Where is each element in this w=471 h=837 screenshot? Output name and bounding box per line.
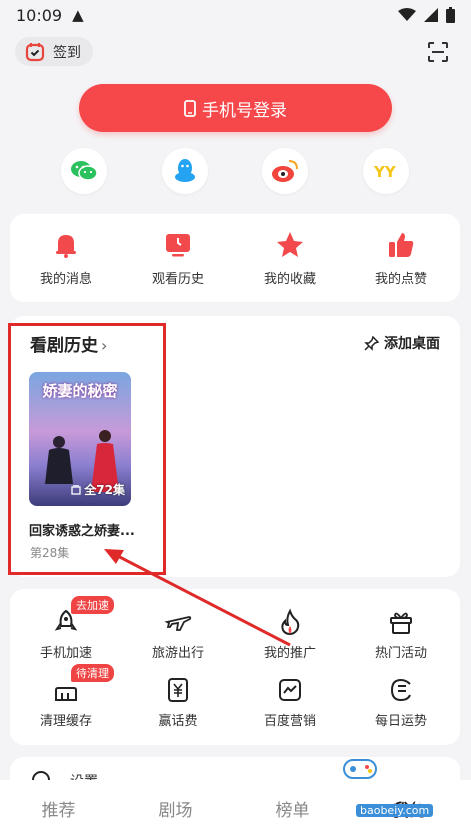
status-time: 10:09: [16, 5, 63, 25]
weibo-login-button[interactable]: [262, 148, 308, 194]
chart-icon: [279, 679, 301, 701]
add-to-desktop-button[interactable]: 添加桌面: [364, 333, 440, 353]
tool-win-credit[interactable]: 赢话费: [133, 676, 223, 729]
phone-login-button[interactable]: 手机号登录: [79, 84, 392, 132]
wechat-login-button[interactable]: [61, 148, 107, 194]
signin-label: 签到: [53, 44, 81, 61]
airplane-icon: [164, 616, 192, 631]
tool-label: 旅游出行: [151, 646, 204, 661]
tool-label: 手机加速: [39, 646, 92, 661]
warning-icon: ▲: [72, 6, 84, 24]
quick-link-history[interactable]: 观看历史: [133, 230, 223, 287]
tool-daily-fortune[interactable]: 每日运势: [356, 676, 446, 729]
quick-link-label: 观看历史: [151, 272, 204, 287]
yy-icon: YY: [373, 163, 397, 179]
tool-label: 我的推广: [263, 646, 316, 661]
scan-icon[interactable]: [427, 41, 449, 63]
quick-link-likes[interactable]: 我的点赞: [356, 230, 446, 287]
speedup-badge: 去加速: [71, 596, 114, 614]
tool-label: 清理缓存: [39, 714, 92, 729]
quick-link-label: 我的收藏: [263, 272, 316, 287]
calendar-icon: [25, 42, 45, 61]
yen-icon: [168, 678, 188, 702]
tools-card: 去加速 手机加速 旅游出行 我的推广 热门活动 待清理 清理缓存 赢话费 百度营…: [10, 589, 460, 745]
nav-tab-theater[interactable]: 剧场: [117, 796, 234, 821]
status-bar: 10:09 ▲: [0, 0, 471, 30]
star-icon: [277, 232, 303, 257]
signin-button[interactable]: 签到: [15, 37, 93, 66]
clear-cache-badge: 待清理: [71, 664, 114, 682]
watermark-logo: 宝贝游戏网 baobeiy.com: [300, 759, 445, 837]
quick-link-favorites[interactable]: 我的收藏: [245, 230, 335, 287]
thumbs-up-icon: [389, 233, 414, 257]
tool-clear-cache[interactable]: 待清理 清理缓存: [21, 664, 114, 729]
watermark-url: baobeiy.com: [356, 804, 434, 817]
tool-label: 每日运势: [374, 714, 427, 729]
tool-baidu-marketing[interactable]: 百度营销: [245, 676, 335, 729]
qq-icon: [175, 159, 195, 182]
add-to-desktop-label: 添加桌面: [384, 336, 440, 352]
tool-label: 百度营销: [263, 714, 316, 729]
phone-icon: [184, 99, 196, 117]
quick-links-card: 我的消息 观看历史 我的收藏 我的点赞: [10, 214, 460, 302]
signal-icon: [424, 8, 438, 22]
weibo-icon: [272, 160, 298, 182]
bell-icon: [56, 235, 76, 258]
svg-text:YY: YY: [373, 163, 397, 179]
tool-phone-speedup[interactable]: 去加速 手机加速: [21, 596, 114, 661]
pin-icon: [364, 335, 379, 351]
quick-link-messages[interactable]: 我的消息: [21, 230, 111, 287]
quick-link-label: 我的点赞: [374, 272, 427, 287]
phone-login-label: 手机号登录: [202, 100, 287, 121]
yy-login-button[interactable]: YY: [363, 148, 409, 194]
battery-icon: [446, 7, 455, 23]
highlight-box: [8, 323, 166, 575]
fortune-icon: [390, 678, 411, 702]
tv-icon: [166, 234, 190, 257]
tool-travel[interactable]: 旅游出行: [133, 608, 223, 661]
qq-login-button[interactable]: [162, 148, 208, 194]
wifi-icon: [398, 8, 416, 21]
tool-hot-events[interactable]: 热门活动: [356, 608, 446, 661]
tool-label: 赢话费: [158, 714, 198, 729]
tool-my-promotion[interactable]: 我的推广: [245, 608, 335, 661]
tool-label: 热门活动: [374, 646, 427, 661]
quick-link-label: 我的消息: [39, 272, 92, 287]
nav-tab-recommend[interactable]: 推荐: [0, 796, 117, 821]
gift-icon: [390, 612, 412, 634]
wechat-icon: [71, 161, 98, 181]
flame-icon: [281, 608, 300, 636]
